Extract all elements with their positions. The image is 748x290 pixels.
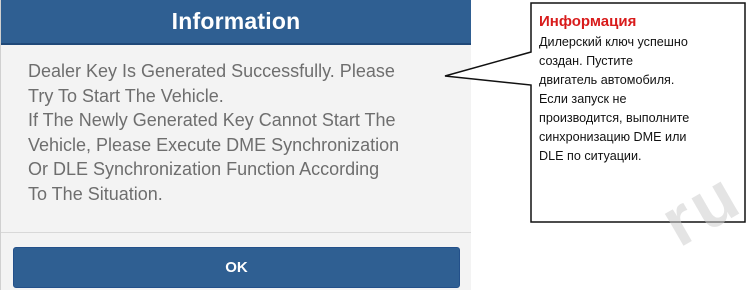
callout-line: Дилерский ключ успешно [539,35,688,49]
callout-line: Если запуск не [539,92,627,106]
callout-line: двигатель автомобиля. [539,73,675,87]
callout-box: Информация Дилерский ключ успешно создан… [539,13,744,166]
callout-line: создан. Пустите [539,54,634,68]
callout-title: Информация [539,13,637,30]
callout-line: синхронизацию DME или [539,130,687,144]
callout-line: производится, выполните [539,111,690,125]
